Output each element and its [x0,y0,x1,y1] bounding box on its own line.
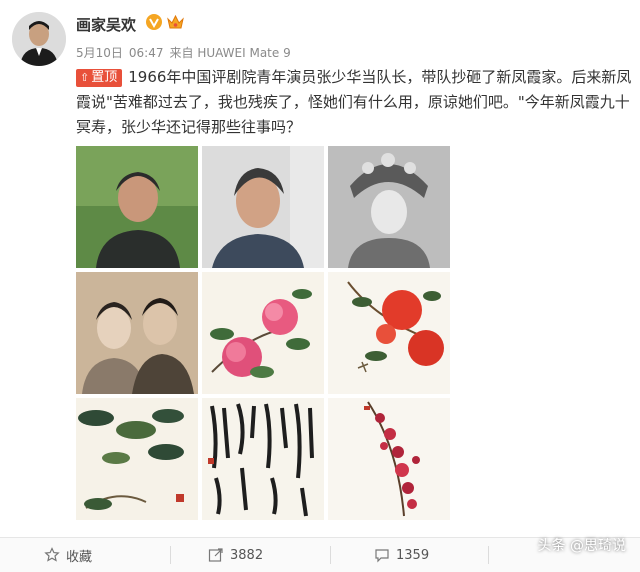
comment-count: 1359 [396,547,430,563]
username[interactable]: 画家吴欢 [76,14,136,35]
pin-icon: ⇧ [80,71,90,84]
comment-button[interactable]: 1359 [374,538,429,572]
calligraphy-thumbnail[interactable] [202,398,324,520]
post-body: ⇧ 置顶 1966年中国评剧院青年演员张少华当队长，带队抄砸了新凤霞家。后来新凤霞说… [76,65,634,140]
post-meta: 5月10日 06:47 来自 HUAWEI Mate 9 [76,44,297,61]
photo-thumbnail[interactable] [76,146,198,268]
post-time: 06:47 [128,46,164,60]
repost-button[interactable]: 3882 [208,538,263,572]
image-grid [76,146,450,520]
action-divider [330,546,331,564]
painting-thumbnail[interactable] [328,272,450,394]
favorite-label: 收藏 [66,549,93,565]
painting-thumbnail[interactable] [76,398,198,520]
repost-icon [208,548,223,562]
action-divider [170,546,171,564]
photo-thumbnail[interactable] [328,146,450,268]
post-text: 1966年中国评剧院青年演员张少华当队长，带队抄砸了新凤霞家。后来新凤霞说"苦难… [76,68,632,136]
photo-thumbnail[interactable] [76,272,198,394]
painting-thumbnail[interactable] [328,398,450,520]
verified-v-icon [146,14,162,30]
pinned-badge: ⇧ 置顶 [76,69,123,87]
favorite-button[interactable]: 收藏 [44,538,92,572]
star-icon [44,547,60,562]
post-source: 来自 HUAWEI Mate 9 [169,46,291,60]
painting-thumbnail[interactable] [202,272,324,394]
post-date: 5月10日 [76,46,123,60]
user-avatar[interactable] [12,12,66,66]
crown-badge-icon [167,14,184,29]
repost-count: 3882 [230,547,264,563]
action-divider [488,546,489,564]
pinned-label: 置顶 [91,70,118,85]
watermark-text: 头条 @思琦说 [537,538,626,554]
photo-thumbnail[interactable] [202,146,324,268]
comment-icon [375,549,389,563]
